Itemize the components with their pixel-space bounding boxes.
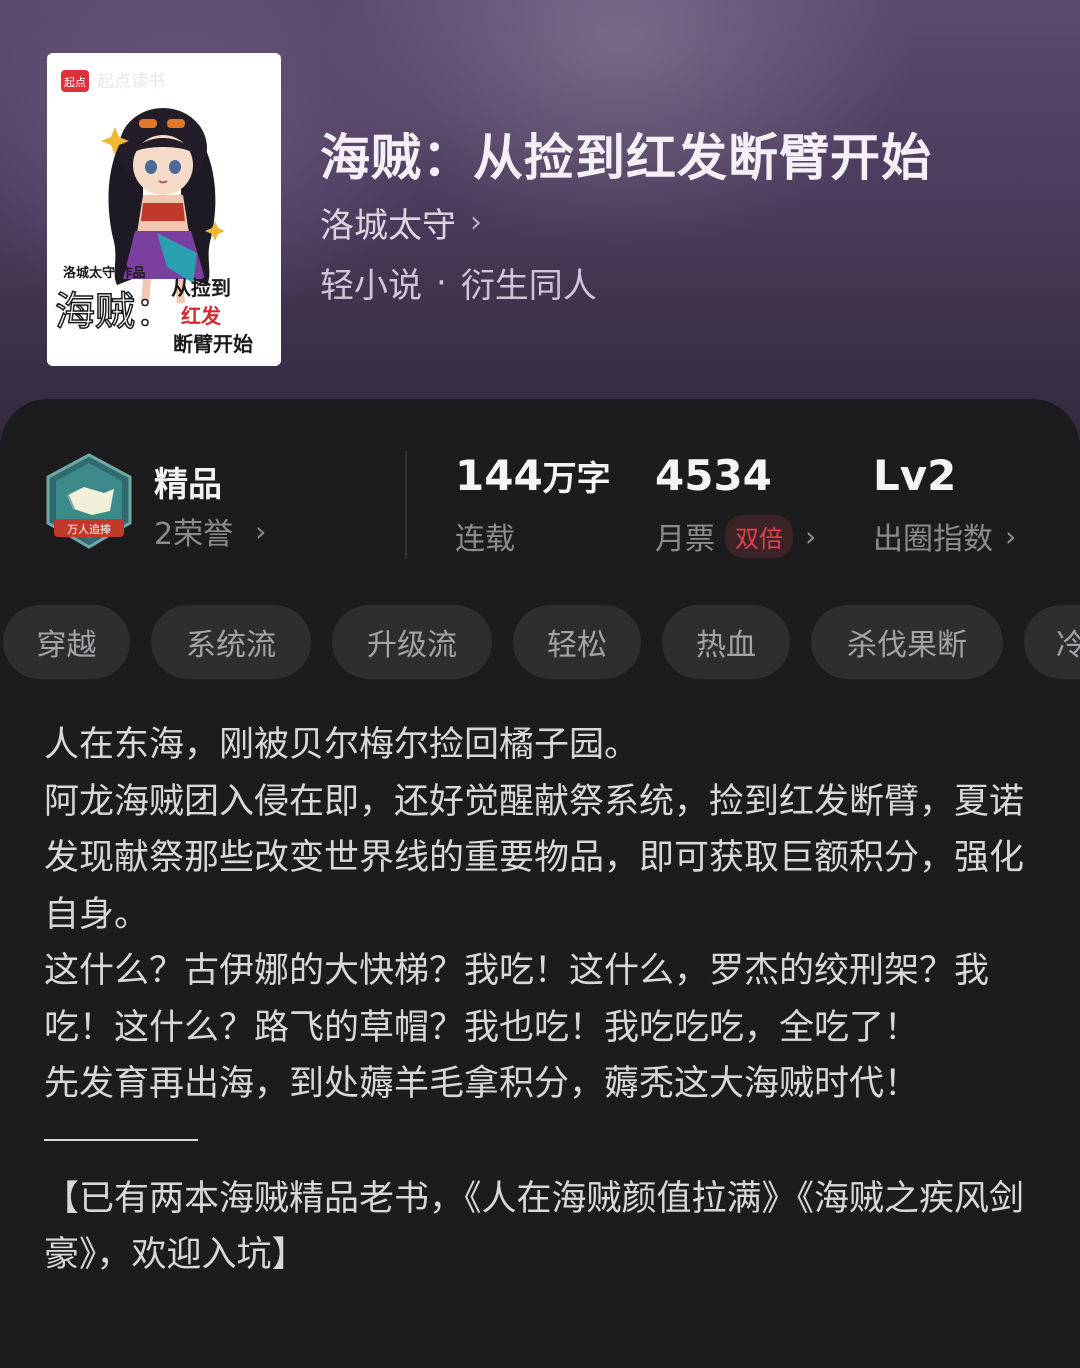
serial-status: 连载: [455, 522, 515, 557]
cover-byline: 洛城太守 作品: [63, 265, 146, 281]
tag-chip[interactable]: 热血: [662, 605, 790, 679]
genre-secondary[interactable]: 衍生同人: [461, 258, 597, 307]
cover-brand-badge: 起点: [64, 76, 86, 89]
influence-level: Lv2: [873, 451, 957, 500]
word-count-unit: 万字: [542, 459, 611, 499]
cover-brand-name: 起点读书: [97, 72, 165, 92]
synopsis-paragraph: 这什么？古伊娜的大快梯？我吃！这什么，罗杰的绞刑架？我吃！这什么？路飞的草帽？我…: [44, 951, 990, 1048]
author-name: 洛城太守: [320, 206, 456, 246]
cover-illustration: 起点 起点读书 洛城太守 作品 海贼： 从捡到 红发 断臂开始: [47, 53, 281, 366]
chevron-right-icon: ›: [1005, 519, 1017, 553]
word-count-stat: 144万字 连载: [455, 451, 611, 558]
tag-chip[interactable]: 升级流: [332, 605, 492, 679]
cover-title-2: 从捡到: [171, 276, 231, 300]
monthly-tickets-label: 月票: [655, 522, 715, 557]
synopsis[interactable]: 人在东海，刚被贝尔梅尔捡回橘子园。 阿龙海贼团入侵在即，还好觉醒献祭系统，捡到红…: [44, 717, 1036, 1284]
honor-link[interactable]: 2荣誉 ›: [154, 509, 266, 553]
synopsis-paragraph: 人在东海，刚被贝尔梅尔捡回橘子园。: [44, 725, 640, 765]
double-badge: 双倍: [725, 514, 793, 558]
synopsis-paragraph: 先发育再出海，到处薅羊毛拿积分，薅秃这大海贼时代！: [44, 1064, 920, 1104]
cover-title-4: 断臂开始: [173, 332, 253, 356]
honor-count: 2荣誉: [154, 517, 234, 552]
influence-label: 出圈指数: [873, 522, 993, 557]
synopsis-paragraph: 【已有两本海贼精品老书，《人在海贼颜值拉满》《海贼之疾风剑豪》，欢迎入坑】: [44, 1178, 1025, 1276]
stats-row: 万人追捧 精品 2荣誉 › 144万字 连载 4534 月票 双倍 › Lv2 …: [0, 439, 1080, 559]
tag-chip[interactable]: 穿越: [3, 605, 130, 679]
chevron-right-icon: ›: [255, 514, 267, 548]
genre-line: 轻小说 · 衍生同人: [320, 258, 597, 307]
tag-chip[interactable]: 冷: [1024, 605, 1080, 679]
synopsis-divider: [44, 1138, 198, 1141]
stats-divider: [405, 451, 407, 559]
book-cover[interactable]: 起点 起点读书 洛城太守 作品 海贼： 从捡到 红发 断臂开始: [47, 53, 281, 366]
cover-title-1: 海贼：: [55, 289, 175, 335]
tag-chip[interactable]: 轻松: [513, 605, 641, 679]
genre-separator: ·: [436, 262, 447, 303]
shield-badge-icon[interactable]: 万人追捧: [44, 453, 134, 551]
chevron-right-icon: ›: [805, 519, 817, 553]
genre-primary[interactable]: 轻小说: [320, 258, 422, 307]
monthly-tickets-stat[interactable]: 4534 月票 双倍 ›: [655, 451, 816, 558]
tag-chip[interactable]: 杀伐果断: [811, 605, 1003, 679]
book-title: 海贼：从捡到红发断臂开始: [320, 129, 932, 187]
grade-label: 精品: [154, 465, 222, 505]
tag-list: 穿越 系统流 升级流 轻松 热血 杀伐果断 冷: [0, 605, 1080, 679]
tag-chip[interactable]: 系统流: [151, 605, 311, 679]
detail-sheet: 万人追捧 精品 2荣誉 › 144万字 连载 4534 月票 双倍 › Lv2 …: [0, 399, 1080, 1368]
cover-title-3: 红发: [181, 304, 222, 328]
book-detail-page: 起点 起点读书 洛城太守 作品 海贼： 从捡到 红发 断臂开始 海贼：从捡到红发…: [0, 0, 1080, 1368]
chevron-right-icon: ›: [470, 205, 482, 240]
word-count-number: 144: [455, 451, 543, 500]
badge-text: 万人追捧: [67, 522, 111, 536]
monthly-tickets-value: 4534: [655, 451, 772, 500]
influence-index-stat[interactable]: Lv2 出圈指数 ›: [873, 451, 1016, 558]
book-header: 起点 起点读书 洛城太守 作品 海贼： 从捡到 红发 断臂开始 海贼：从捡到红发…: [0, 0, 1080, 440]
synopsis-paragraph: 阿龙海贼团入侵在即，还好觉醒献祭系统，捡到红发断臂，夏诺发现献祭那些改变世界线的…: [44, 781, 1025, 935]
author-link[interactable]: 洛城太守 ›: [320, 198, 482, 247]
